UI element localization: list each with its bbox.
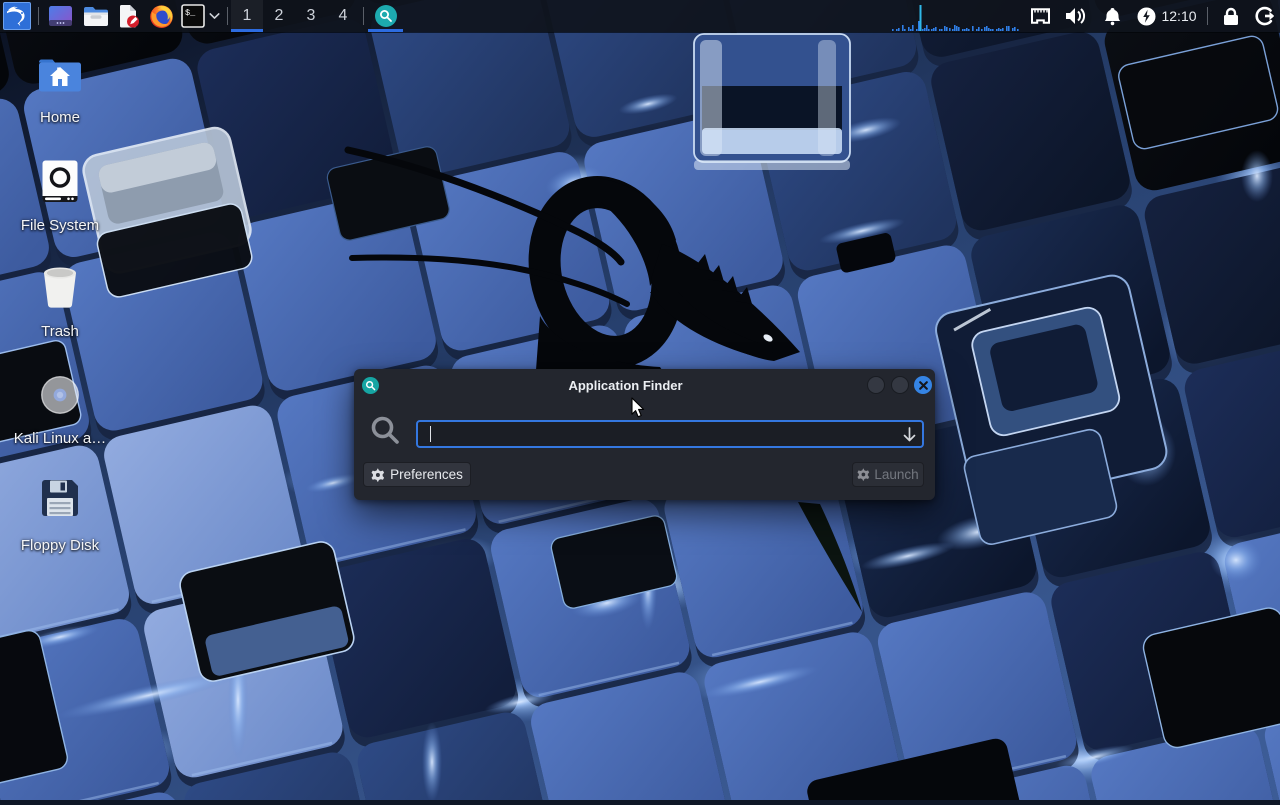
svg-text:$_: $_ [185,8,196,18]
